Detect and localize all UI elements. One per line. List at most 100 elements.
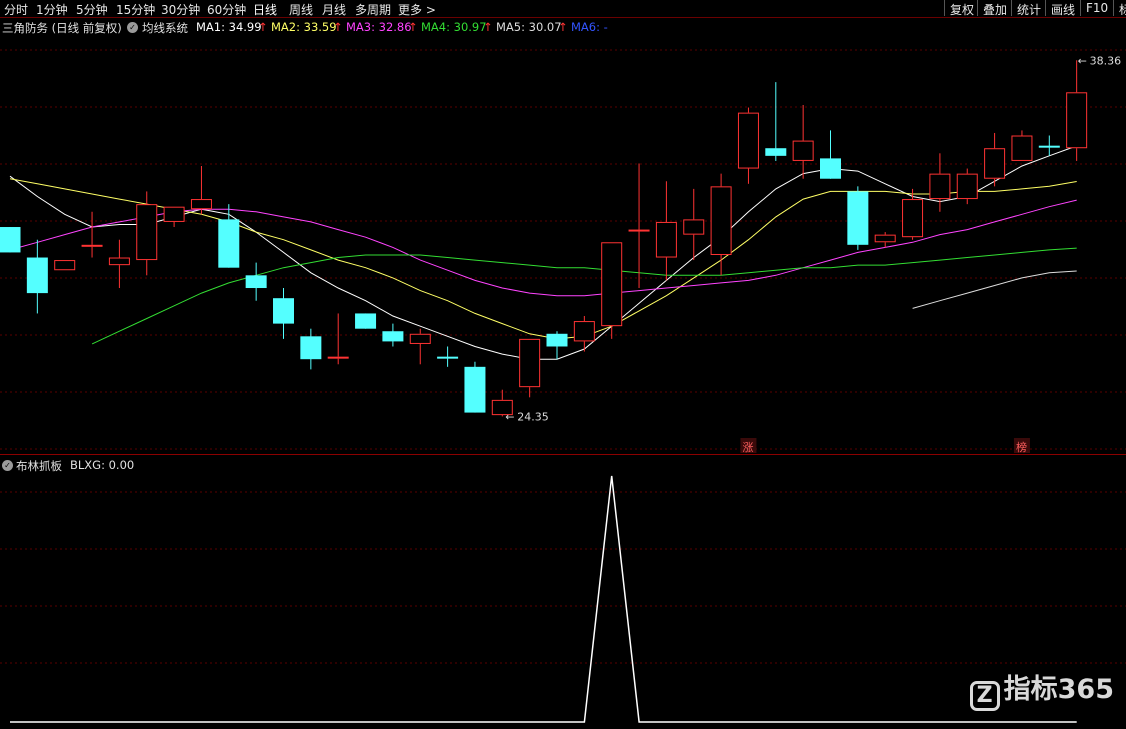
candle-body-up bbox=[984, 148, 1006, 179]
candle bbox=[628, 163, 650, 289]
ma2-arrow: ↑ bbox=[333, 20, 343, 34]
candle bbox=[136, 191, 158, 276]
candle bbox=[409, 328, 431, 365]
period-monthly[interactable]: 月线 bbox=[322, 1, 346, 18]
candle bbox=[710, 173, 732, 276]
period-30min[interactable]: 30分钟 bbox=[161, 1, 200, 18]
candle-body-down bbox=[546, 333, 568, 347]
candle-body-down bbox=[273, 298, 294, 324]
candle bbox=[737, 107, 759, 184]
indicator-chart[interactable] bbox=[0, 472, 1126, 729]
ma4-label: MA4: 30.97 bbox=[421, 20, 487, 34]
period-5min[interactable]: 5分钟 bbox=[76, 1, 108, 18]
watermark: Z 指标365 bbox=[969, 667, 1114, 711]
candle bbox=[190, 166, 212, 215]
candle-body-up bbox=[956, 173, 978, 200]
blxg-line bbox=[10, 475, 1077, 723]
candle bbox=[546, 331, 568, 360]
candle bbox=[683, 188, 705, 261]
stock-title: 三角防务 (日线 前复权) bbox=[2, 21, 122, 35]
indicator-toggle-icon[interactable]: ✓ bbox=[127, 22, 138, 33]
high-arrow-icon: ← bbox=[1078, 54, 1087, 67]
candle-body-down bbox=[847, 191, 869, 245]
candle bbox=[163, 206, 185, 228]
period-daily[interactable]: 日线 bbox=[253, 1, 277, 18]
candle-body-down bbox=[437, 356, 459, 359]
candle-body-down bbox=[1038, 145, 1060, 148]
candle-body-down bbox=[26, 257, 48, 294]
statistics-button[interactable]: 统计 bbox=[1011, 0, 1046, 17]
ma3-arrow: ↑ bbox=[408, 20, 418, 34]
watermark-logo-icon: Z bbox=[969, 681, 1000, 711]
candle-body-up bbox=[190, 199, 212, 210]
candle-body-up bbox=[108, 257, 130, 266]
ma4-arrow: ↑ bbox=[483, 20, 493, 34]
period-fenshi[interactable]: 分时 bbox=[4, 1, 28, 18]
candle-body-up bbox=[136, 204, 158, 261]
period-60min[interactable]: 60分钟 bbox=[207, 1, 246, 18]
candle bbox=[273, 288, 294, 339]
period-multi[interactable]: 多周期 bbox=[355, 1, 391, 18]
ma1-arrow: ↑ bbox=[258, 20, 268, 34]
draw-line-button[interactable]: 画线 bbox=[1045, 0, 1081, 17]
candle-body-up bbox=[874, 234, 896, 243]
candle-body-up bbox=[163, 206, 185, 222]
candle bbox=[218, 204, 240, 268]
candle bbox=[26, 239, 48, 314]
candle bbox=[108, 239, 130, 289]
period-toolbar: 分时 1分钟 5分钟 15分钟 30分钟 60分钟 日线 周线 月线 多周期 更… bbox=[0, 0, 1126, 18]
chart-legend: 三角防务 (日线 前复权) ✓ 均线系统 MA1: 34.99 ↑ MA2: 3… bbox=[0, 19, 1126, 35]
high-price-label: 38.36 bbox=[1090, 54, 1122, 67]
candle bbox=[327, 313, 349, 365]
period-15min[interactable]: 15分钟 bbox=[116, 1, 155, 18]
indicator-name[interactable]: 均线系统 bbox=[142, 20, 188, 36]
ma1-line bbox=[9, 145, 1077, 360]
candle bbox=[1011, 130, 1033, 161]
candle bbox=[847, 186, 869, 250]
candlestick-chart[interactable]: 38.36 24.35 ← ← 涨 榜 bbox=[0, 36, 1126, 454]
candle-body-up bbox=[601, 242, 623, 327]
ma3-label: MA3: 32.86 bbox=[346, 20, 412, 34]
candle-body-up bbox=[327, 356, 349, 359]
candle-body-down bbox=[464, 366, 486, 413]
ma5-arrow: ↑ bbox=[558, 20, 568, 34]
candle bbox=[245, 262, 267, 301]
candle-body-up bbox=[81, 244, 103, 247]
period-more[interactable]: 更多 > bbox=[398, 1, 436, 18]
mark-button[interactable]: 标 bbox=[1113, 0, 1126, 16]
adjust-button[interactable]: 复权 bbox=[944, 0, 978, 17]
candle-body-down bbox=[0, 227, 21, 253]
candle-body-up bbox=[573, 321, 595, 342]
candle bbox=[81, 211, 103, 258]
candle bbox=[0, 227, 21, 253]
panel-separator[interactable] bbox=[0, 454, 1126, 455]
candle bbox=[464, 361, 486, 413]
candle-body-down bbox=[300, 336, 322, 360]
candle-body-down bbox=[382, 331, 404, 342]
ma6-label: MA6: - bbox=[571, 20, 608, 34]
candle-body-up bbox=[409, 333, 431, 344]
candle bbox=[956, 168, 978, 205]
f10-button[interactable]: F10 bbox=[1080, 0, 1114, 16]
period-1min[interactable]: 1分钟 bbox=[36, 1, 68, 18]
candle-body-down bbox=[820, 158, 841, 179]
candle-body-up bbox=[628, 229, 650, 232]
candle bbox=[765, 82, 787, 161]
candle bbox=[874, 232, 896, 248]
indicator-toggle-icon[interactable]: ✓ bbox=[2, 460, 13, 471]
ma1-label: MA1: 34.99 bbox=[196, 20, 262, 34]
candle bbox=[792, 105, 814, 179]
candle-body-up bbox=[655, 221, 677, 258]
low-arrow-icon: ← bbox=[505, 410, 514, 423]
candle-body-down bbox=[765, 148, 787, 156]
period-weekly[interactable]: 周线 bbox=[289, 1, 313, 18]
candle bbox=[573, 315, 595, 352]
candle-body-down bbox=[245, 275, 267, 289]
overlay-button[interactable]: 叠加 bbox=[977, 0, 1012, 17]
candle-body-up bbox=[1066, 92, 1088, 149]
candle bbox=[1066, 60, 1088, 161]
candle-body-down bbox=[218, 219, 240, 268]
ma2-label: MA2: 33.59 bbox=[271, 20, 337, 34]
ma5-label: MA5: 30.07 bbox=[496, 20, 562, 34]
candle bbox=[984, 132, 1006, 187]
